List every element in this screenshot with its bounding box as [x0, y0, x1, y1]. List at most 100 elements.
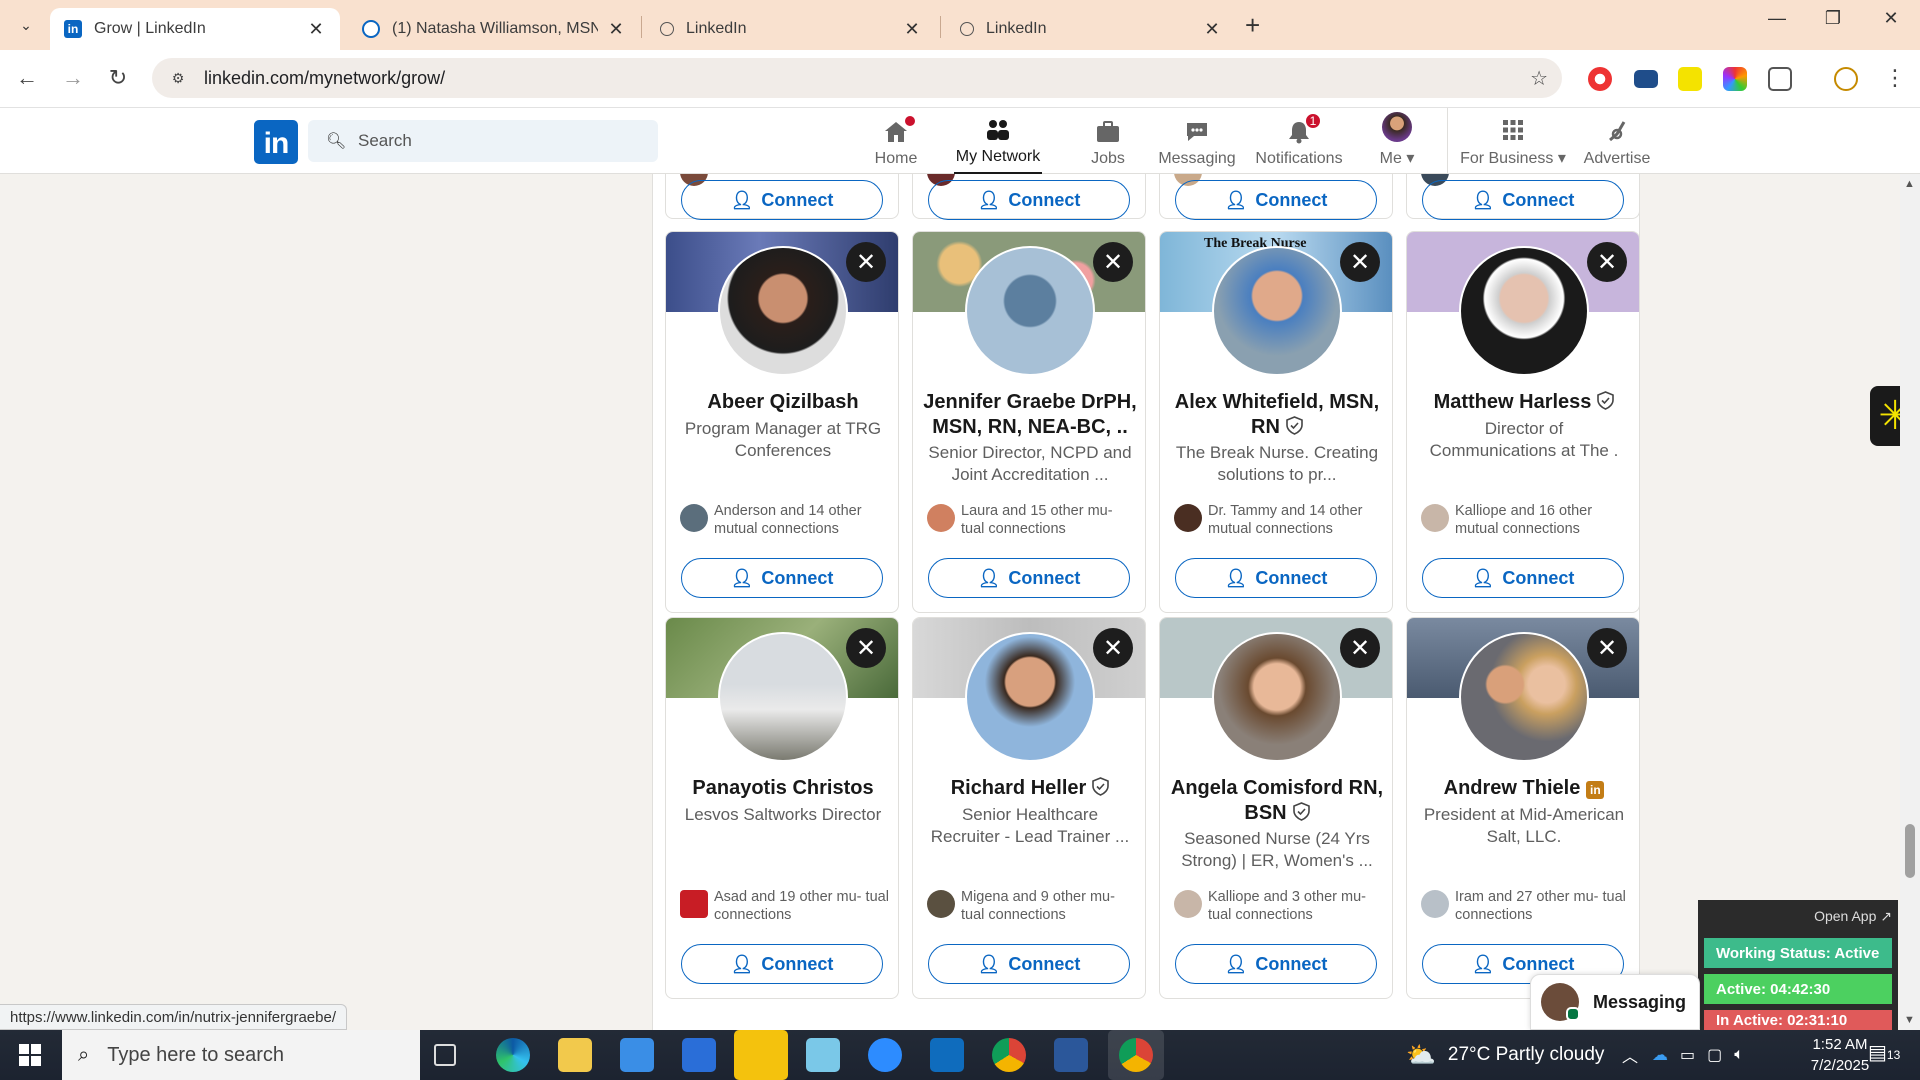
connect-button[interactable]: 👤︎ Connect [1175, 180, 1377, 220]
profile-photo[interactable] [1459, 246, 1589, 376]
extension-star-icon[interactable] [1678, 67, 1702, 91]
person-card[interactable]: ✕ Andrew Thiele in President at Mid-Ameri… [1406, 617, 1640, 999]
person-name[interactable]: Jennifer Graebe DrPH, MSN, RN, NEA-BC, .… [923, 390, 1137, 440]
profile-photo[interactable] [965, 246, 1095, 376]
person-card[interactable]: The Break Nurse ✕ Alex Whitefield, MSN, … [1159, 231, 1393, 613]
windows-start-icon[interactable] [0, 1030, 60, 1080]
zoom-icon[interactable] [868, 1038, 902, 1072]
connect-button[interactable]: 👤︎ Connect [1422, 180, 1624, 220]
person-card[interactable]: ✕ Panayotis Christos Lesvos Saltworks Di… [665, 617, 899, 999]
dismiss-icon[interactable]: ✕ [1587, 628, 1627, 668]
dismiss-icon[interactable]: ✕ [1093, 242, 1133, 282]
profile-photo[interactable] [718, 632, 848, 762]
battery-icon[interactable]: ▭ [1680, 1045, 1695, 1065]
person-name[interactable]: Angela Comisford RN, BSN [1170, 776, 1384, 826]
connect-button[interactable]: 👤︎ Connect [928, 558, 1130, 598]
nav-notifications[interactable]: 1 Notifications [1254, 108, 1344, 174]
person-name[interactable]: Alex Whitefield, MSN, RN [1170, 390, 1384, 440]
close-tab-icon[interactable]: ✕ [902, 19, 922, 40]
network-icon[interactable]: ▢ [1707, 1045, 1722, 1065]
edge-icon[interactable] [496, 1038, 530, 1072]
bookmark-star-icon[interactable]: ☆ [1530, 66, 1548, 91]
weather-widget[interactable]: ⛅ 27°C Partly cloudy [1406, 1030, 1604, 1080]
outlook-icon[interactable] [930, 1038, 964, 1072]
profile-photo[interactable] [718, 246, 848, 376]
connect-button[interactable]: 👤︎ Connect [681, 558, 883, 598]
connect-button[interactable]: 👤︎ Connect [928, 180, 1130, 220]
person-card[interactable]: ✕ Matthew Harless Director of Communicat… [1406, 231, 1640, 613]
site-info-icon[interactable]: ⚙ [160, 70, 196, 87]
person-card[interactable]: ✕ Jennifer Graebe DrPH, MSN, RN, NEA-BC,… [912, 231, 1146, 613]
profile-photo[interactable] [1459, 632, 1589, 762]
scroll-down-icon[interactable]: ▼ [1904, 1014, 1915, 1026]
dismiss-icon[interactable]: ✕ [1587, 242, 1627, 282]
nav-messaging[interactable]: Messaging [1158, 108, 1236, 174]
browser-menu-icon[interactable]: ⋮ [1880, 65, 1910, 91]
tab-search-icon[interactable]: ⌄ [12, 12, 40, 38]
search-box[interactable]: 🔍︎ [308, 120, 658, 162]
restore-icon[interactable]: ❐ [1808, 8, 1858, 29]
close-tab-icon[interactable]: ✕ [1202, 19, 1222, 40]
tab-natasha-williamson[interactable]: (1) Natasha Williamson, MSN, A ✕ [348, 8, 640, 50]
dismiss-icon[interactable]: ✕ [1340, 242, 1380, 282]
tab-linkedin-4[interactable]: LinkedIn ✕ [946, 8, 1236, 50]
forward-icon[interactable]: → [58, 65, 88, 91]
paint-icon[interactable] [806, 1038, 840, 1072]
person-name[interactable]: Matthew Harless [1417, 390, 1631, 415]
scroll-up-icon[interactable]: ▲ [1904, 178, 1915, 190]
nav-home[interactable]: Home [872, 108, 920, 174]
system-tray-icons[interactable]: ︿ ☁ ▭ ▢ 🔈︎ [1622, 1030, 1744, 1080]
profile-photo[interactable] [965, 632, 1095, 762]
nav-jobs[interactable]: Jobs [1080, 108, 1136, 174]
open-app-button[interactable]: Open App ↗ [1814, 908, 1892, 925]
nav-my-network[interactable]: My Network [954, 108, 1042, 174]
connect-button[interactable]: 👤︎ Connect [681, 944, 883, 984]
person-name[interactable]: Abeer Qizilbash [676, 390, 890, 415]
connect-button[interactable]: 👤︎ Connect [681, 180, 883, 220]
taskbar-search[interactable]: ⌕ Type here to search [62, 1030, 420, 1080]
new-tab-icon[interactable]: + [1245, 10, 1260, 41]
tab-grow-linkedin[interactable]: in Grow | LinkedIn ✕ [50, 8, 340, 50]
file-explorer-icon[interactable] [558, 1038, 592, 1072]
sticky-notes-icon[interactable] [734, 1030, 788, 1080]
page-scrollbar[interactable]: ▲ ▼ [1900, 174, 1920, 1030]
profile-photo[interactable] [1212, 246, 1342, 376]
dismiss-icon[interactable]: ✕ [846, 628, 886, 668]
person-card[interactable]: ✕ Angela Comisford RN, BSN Seasoned Nurs… [1159, 617, 1393, 999]
task-view-icon[interactable] [434, 1044, 456, 1066]
word-icon[interactable] [1054, 1038, 1088, 1072]
person-name[interactable]: Panayotis Christos [676, 776, 890, 801]
chrome-icon[interactable] [992, 1038, 1026, 1072]
mail-icon[interactable] [682, 1038, 716, 1072]
dismiss-icon[interactable]: ✕ [846, 242, 886, 282]
dismiss-icon[interactable]: ✕ [1340, 628, 1380, 668]
back-icon[interactable]: ← [12, 65, 42, 91]
linkedin-logo[interactable]: in [254, 120, 298, 164]
person-card[interactable]: ✕ Richard Heller Senior Healthcare Recru… [912, 617, 1146, 999]
person-name[interactable]: Richard Heller [923, 776, 1137, 801]
tab-linkedin-3[interactable]: LinkedIn ✕ [646, 8, 936, 50]
extension-card-icon[interactable] [1634, 70, 1658, 88]
minimize-icon[interactable]: — [1752, 8, 1802, 29]
nav-me[interactable]: Me ▾ [1368, 108, 1426, 174]
close-window-icon[interactable]: ✕ [1866, 8, 1916, 29]
volume-icon[interactable]: 🔈︎ [1734, 1046, 1744, 1064]
chevron-up-icon[interactable]: ︿ [1622, 1043, 1638, 1067]
person-name[interactable]: Andrew Thiele in [1417, 776, 1631, 801]
onedrive-icon[interactable]: ☁ [1652, 1045, 1668, 1065]
scrollbar-thumb[interactable] [1905, 824, 1915, 878]
connect-button[interactable]: 👤︎ Connect [1175, 944, 1377, 984]
close-tab-icon[interactable]: ✕ [306, 19, 326, 40]
extension-color-icon[interactable] [1723, 67, 1747, 91]
extensions-puzzle-icon[interactable] [1768, 67, 1792, 91]
notification-center-icon[interactable]: ▤13 [1868, 1040, 1900, 1065]
nav-for-business[interactable]: For Business ▾ [1460, 108, 1566, 174]
reload-icon[interactable]: ↻ [103, 65, 133, 91]
profile-icon[interactable] [1834, 67, 1858, 91]
store-icon[interactable] [620, 1038, 654, 1072]
address-bar[interactable]: ⚙ linkedin.com/mynetwork/grow/ ☆ [152, 58, 1562, 98]
close-tab-icon[interactable]: ✕ [606, 19, 626, 40]
connect-button[interactable]: 👤︎ Connect [928, 944, 1130, 984]
extension-pokeball-icon[interactable] [1588, 67, 1612, 91]
connect-button[interactable]: 👤︎ Connect [1175, 558, 1377, 598]
